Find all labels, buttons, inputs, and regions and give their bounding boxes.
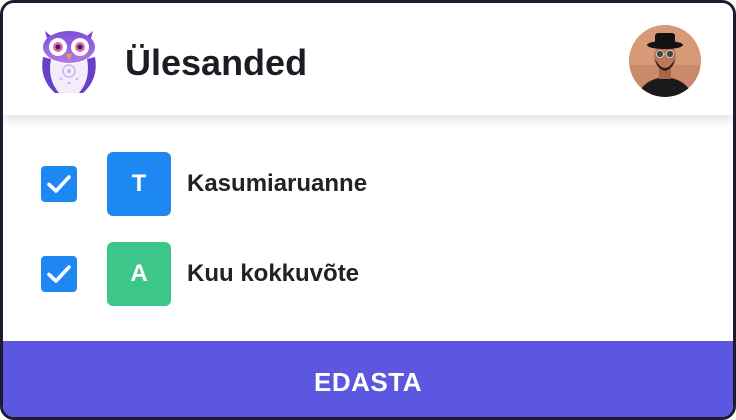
task-badge: T (107, 152, 171, 216)
task-label: Kasumiaruanne (187, 170, 368, 197)
task-row[interactable]: A Kuu kokkuvõte (3, 242, 733, 306)
page-title: Ülesanded (125, 42, 308, 83)
task-row[interactable]: T Kasumiaruanne (3, 152, 733, 216)
task-card: Ülesanded T Kasumiaruanne A Kuu kokkuvõt… (0, 0, 736, 420)
task-label: Kuu kokkuvõte (187, 260, 360, 287)
submit-button[interactable]: EDASTA (3, 341, 733, 417)
task-checkbox[interactable] (41, 256, 77, 292)
header: Ülesanded (3, 3, 733, 115)
task-badge: A (107, 242, 171, 306)
user-avatar[interactable] (629, 25, 701, 97)
check-icon (47, 175, 71, 193)
owl-icon (37, 23, 101, 97)
check-icon (47, 265, 71, 283)
task-checkbox[interactable] (41, 166, 77, 202)
task-list: T Kasumiaruanne A Kuu kokkuvõte (3, 115, 733, 341)
